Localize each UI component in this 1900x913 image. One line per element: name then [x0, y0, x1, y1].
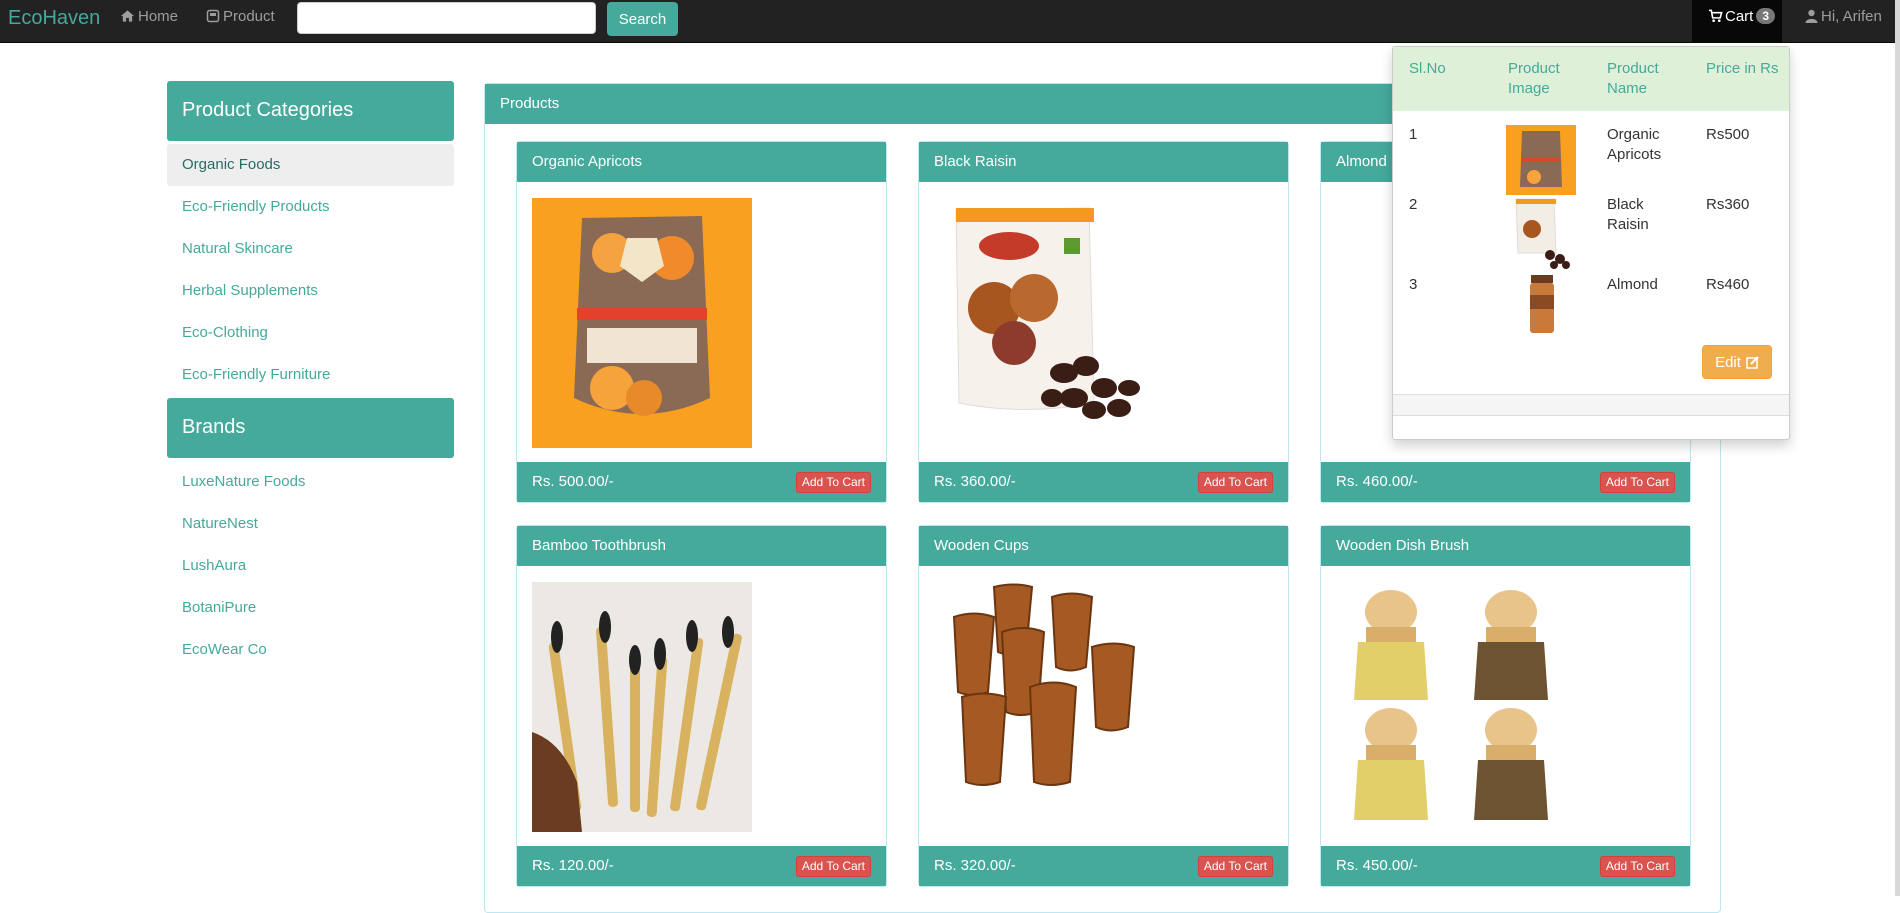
product-footer: Rs. 460.00/- Add To Cart	[1321, 462, 1690, 502]
user-icon	[1805, 9, 1818, 23]
search-input[interactable]	[297, 2, 596, 34]
cart-row-name: Almond	[1607, 276, 1658, 293]
cart-row-name: Organic Apricots	[1607, 125, 1661, 165]
brand-logo-link[interactable]: EcoHaven	[8, 0, 100, 42]
cart-row-name-line2: Apricots	[1607, 146, 1662, 163]
toothbrush-image[interactable]	[532, 582, 752, 832]
product-footer: Rs. 320.00/- Add To Cart	[919, 846, 1288, 886]
product-card: Wooden Dish Brush Rs. 450.00/- Add To Ca…	[1320, 525, 1691, 887]
sidebar: Product Categories Organic Foods Eco-Fri…	[167, 81, 454, 671]
cart-dropdown: Sl.No Product Image Product Name Price i…	[1392, 46, 1790, 440]
edit-cart-button[interactable]: Edit	[1702, 345, 1772, 379]
cart-row-name-line1: Organic	[1607, 126, 1660, 143]
page-scrollbar[interactable]	[1895, 0, 1900, 896]
raisin-pack-image[interactable]	[934, 198, 1154, 448]
add-to-cart-button[interactable]: Add To Cart	[795, 472, 871, 493]
header-product-name: Product Name	[1607, 59, 1659, 99]
nav-home-link[interactable]: Home	[120, 0, 178, 36]
category-eco-friendly-products[interactable]: Eco-Friendly Products	[167, 186, 454, 228]
cart-row-name: Black Raisin	[1607, 195, 1649, 235]
add-to-cart-button[interactable]: Add To Cart	[1599, 856, 1675, 877]
product-title[interactable]: Organic Apricots	[517, 142, 886, 182]
header-product-name-line1: Product	[1607, 60, 1659, 77]
wooden-cups-image[interactable]	[934, 582, 1154, 832]
product-price: Rs. 450.00/-	[1336, 857, 1418, 874]
shopping-cart-icon	[1708, 9, 1723, 22]
product-box-icon	[206, 9, 220, 23]
category-eco-clothing[interactable]: Eco-Clothing	[167, 312, 454, 354]
brand-naturenest[interactable]: NatureNest	[167, 503, 454, 545]
cart-dropdown-footer	[1393, 394, 1789, 416]
cart-label: Cart	[1725, 8, 1754, 25]
cart-row-sl: 2	[1409, 196, 1418, 213]
edit-icon	[1746, 355, 1759, 369]
header-price: Price in Rs	[1706, 60, 1779, 77]
product-footer: Rs. 450.00/- Add To Cart	[1321, 846, 1690, 886]
nav-home-label: Home	[138, 8, 179, 25]
category-organic-foods[interactable]: Organic Foods	[167, 144, 454, 186]
header-product-name-line2: Name	[1607, 80, 1648, 97]
product-card: Black Raisin Rs. 360.00/- Add To Cart	[918, 141, 1289, 503]
top-navbar: EcoHaven Home Product Search Cart 3 Hi, A…	[0, 0, 1900, 43]
product-title[interactable]: Wooden Dish Brush	[1321, 526, 1690, 566]
cart-row-price: Rs360	[1706, 196, 1750, 213]
brand-lushaura[interactable]: LushAura	[167, 545, 454, 587]
product-card: Organic Apricots Rs. 500.00/- Add To Car…	[516, 141, 887, 503]
home-icon	[120, 10, 135, 22]
nav-product-label: Product	[223, 8, 275, 25]
product-card: Bamboo Toothbrush Rs. 120.00/- Add To Ca…	[516, 525, 887, 887]
cart-thumb-almond	[1506, 275, 1576, 337]
category-eco-friendly-furniture[interactable]: Eco-Friendly Furniture	[167, 354, 454, 396]
add-to-cart-button[interactable]: Add To Cart	[1599, 472, 1675, 493]
cart-row-name-line1: Black	[1607, 196, 1644, 213]
product-footer: Rs. 360.00/- Add To Cart	[919, 462, 1288, 502]
cart-count-badge: 3	[1756, 8, 1776, 24]
header-product-image-line2: Image	[1508, 80, 1550, 97]
user-menu[interactable]: Hi, Arifen	[1805, 0, 1882, 36]
brands-heading: Brands	[167, 398, 454, 458]
dish-brush-image[interactable]	[1336, 582, 1556, 832]
product-price: Rs. 120.00/-	[532, 857, 614, 874]
product-price: Rs. 360.00/-	[934, 473, 1016, 490]
cart-row-price: Rs500	[1706, 126, 1750, 143]
product-price: Rs. 460.00/-	[1336, 473, 1418, 490]
add-to-cart-button[interactable]: Add To Cart	[1197, 856, 1273, 877]
search-button[interactable]: Search	[607, 2, 678, 36]
header-product-image-line1: Product	[1508, 60, 1560, 77]
brand-luxenature-foods[interactable]: LuxeNature Foods	[167, 461, 454, 503]
product-footer: Rs. 120.00/- Add To Cart	[517, 846, 886, 886]
categories-heading: Product Categories	[167, 81, 454, 141]
add-to-cart-button[interactable]: Add To Cart	[795, 856, 871, 877]
product-title[interactable]: Wooden Cups	[919, 526, 1288, 566]
nav-product-link[interactable]: Product	[206, 0, 275, 36]
cart-thumb-raisin	[1506, 195, 1576, 271]
category-natural-skincare[interactable]: Natural Skincare	[167, 228, 454, 270]
header-sl-no: Sl.No	[1409, 60, 1446, 77]
product-card: Wooden Cups Rs. 320.00/- Add To Cart	[918, 525, 1289, 887]
add-to-cart-button[interactable]: Add To Cart	[1197, 472, 1273, 493]
product-title[interactable]: Bamboo Toothbrush	[517, 526, 886, 566]
header-product-image: Product Image	[1508, 59, 1560, 99]
brand-ecowear-co[interactable]: EcoWear Co	[167, 629, 454, 671]
product-price: Rs. 320.00/-	[934, 857, 1016, 874]
cart-row-sl: 3	[1409, 276, 1418, 293]
cart-row-sl: 1	[1409, 126, 1418, 143]
user-greeting: Hi, Arifen	[1821, 8, 1882, 25]
cart-row-price: Rs460	[1706, 276, 1750, 293]
cart-thumb-apricots	[1506, 125, 1576, 195]
product-price: Rs. 500.00/-	[532, 473, 614, 490]
product-title[interactable]: Black Raisin	[919, 142, 1288, 182]
apricot-pack-image[interactable]	[532, 198, 752, 448]
product-footer: Rs. 500.00/- Add To Cart	[517, 462, 886, 502]
category-herbal-supplements[interactable]: Herbal Supplements	[167, 270, 454, 312]
edit-label: Edit	[1715, 353, 1741, 371]
cart-row-name-line2: Raisin	[1607, 216, 1649, 233]
cart-toggle[interactable]: Cart 3	[1692, 0, 1782, 42]
cart-table-header	[1393, 47, 1789, 111]
brand-botanipure[interactable]: BotaniPure	[167, 587, 454, 629]
